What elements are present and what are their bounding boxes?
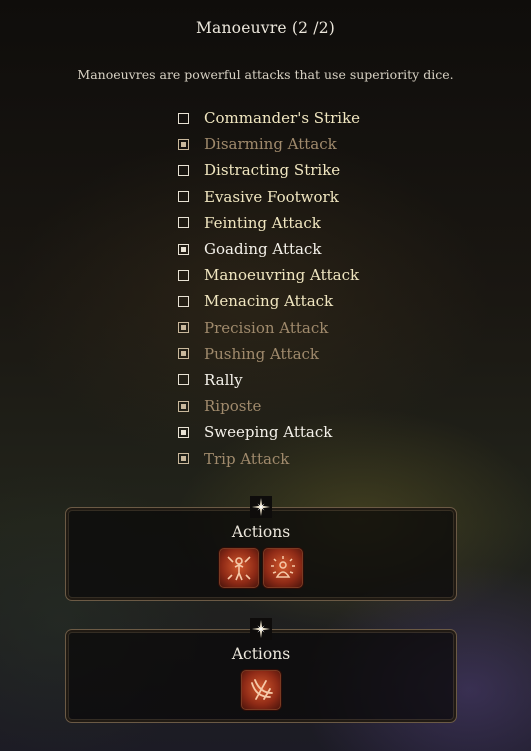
manoeuvre-label: Disarming Attack	[204, 135, 337, 154]
goading-attack-icon[interactable]	[219, 548, 259, 588]
manoeuvre-item[interactable]: Riposte	[178, 393, 360, 419]
manoeuvre-label: Rally	[204, 370, 243, 389]
manoeuvre-item[interactable]: Commander's Strike	[178, 105, 360, 131]
panel-title: Actions	[231, 645, 291, 663]
manoeuvre-label: Goading Attack	[204, 240, 322, 259]
checkbox[interactable]	[178, 322, 189, 334]
manoeuvre-item[interactable]: Pushing Attack	[178, 341, 360, 367]
panel-title: Actions	[231, 523, 291, 541]
page-description: Manoeuvres are powerful attacks that use…	[77, 67, 454, 82]
checkbox[interactable]	[178, 138, 189, 150]
actions-panel-2: Actions	[65, 618, 457, 723]
checkbox[interactable]	[178, 374, 189, 386]
rally-icon[interactable]	[263, 548, 303, 588]
manoeuvre-label: Menacing Attack	[204, 292, 334, 311]
checkbox[interactable]	[178, 426, 189, 438]
checkbox[interactable]	[178, 191, 189, 203]
manoeuvre-item[interactable]: Rally	[178, 367, 360, 393]
checkbox[interactable]	[178, 269, 189, 281]
checkbox[interactable]	[178, 164, 189, 176]
manoeuvre-label: Pushing Attack	[204, 344, 319, 363]
checkbox[interactable]	[178, 400, 189, 412]
manoeuvre-item[interactable]: Trip Attack	[178, 445, 360, 471]
manoeuvre-label: Precision Attack	[204, 318, 329, 337]
actions-panel-1: Actions	[65, 496, 457, 601]
star-ornament-icon	[250, 618, 272, 640]
sweeping-attack-icon[interactable]	[241, 670, 281, 710]
checkbox[interactable]	[178, 295, 189, 307]
manoeuvre-label: Manoeuvring Attack	[204, 266, 360, 285]
manoeuvre-item[interactable]: Goading Attack	[178, 236, 360, 262]
checkbox[interactable]	[178, 348, 189, 360]
manoeuvre-label: Riposte	[204, 397, 262, 416]
manoeuvre-label: Sweeping Attack	[204, 423, 333, 442]
manoeuvre-label: Commander's Strike	[204, 109, 361, 128]
checkbox[interactable]	[178, 243, 189, 255]
manoeuvre-item[interactable]: Distracting Strike	[178, 157, 360, 183]
manoeuvre-item[interactable]: Precision Attack	[178, 315, 360, 341]
manoeuvre-item[interactable]: Feinting Attack	[178, 210, 360, 236]
manoeuvre-item[interactable]: Manoeuvring Attack	[178, 262, 360, 288]
checkbox[interactable]	[178, 453, 189, 465]
checkbox[interactable]	[178, 112, 189, 124]
star-ornament-icon	[250, 496, 272, 518]
manoeuvre-item[interactable]: Sweeping Attack	[178, 419, 360, 445]
manoeuvre-item[interactable]: Menacing Attack	[178, 288, 360, 314]
manoeuvre-list: Commander's Strike Disarming Attack Dist…	[178, 105, 360, 472]
checkbox[interactable]	[178, 217, 189, 229]
manoeuvre-label: Trip Attack	[204, 449, 290, 468]
manoeuvre-item[interactable]: Evasive Footwork	[178, 184, 360, 210]
manoeuvre-item[interactable]: Disarming Attack	[178, 131, 360, 157]
manoeuvre-label: Evasive Footwork	[204, 187, 339, 206]
manoeuvre-label: Feinting Attack	[204, 213, 321, 232]
manoeuvre-label: Distracting Strike	[204, 161, 341, 180]
page-title: Manoeuvre (2 /2)	[195, 19, 335, 37]
